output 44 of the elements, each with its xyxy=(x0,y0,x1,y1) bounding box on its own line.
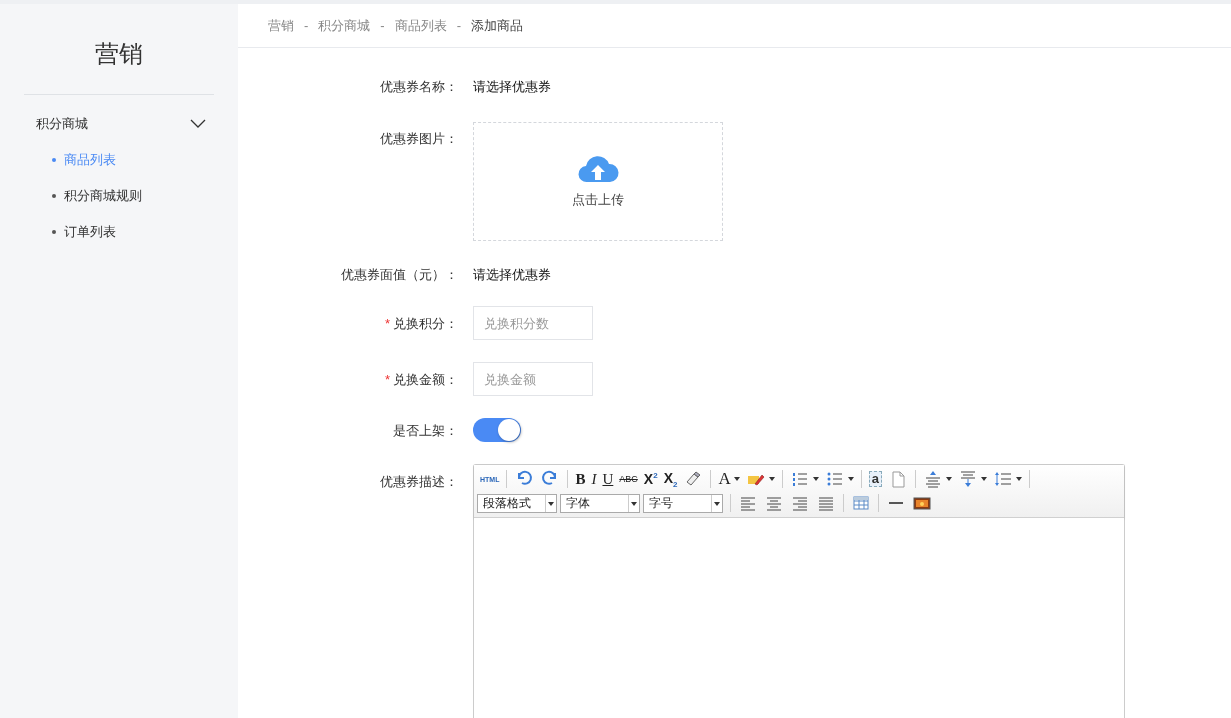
field-value: 请选择优惠券 xyxy=(473,78,551,96)
menu-group[interactable]: 积分商城 xyxy=(36,115,88,133)
field-label: 是否上架： xyxy=(393,422,458,438)
breadcrumb-current: 添加商品 xyxy=(471,16,524,35)
script-button[interactable]: X$_{2}$ xyxy=(660,468,681,490)
strikethrough-button[interactable]: ABC xyxy=(616,468,641,490)
cloud-upload-icon xyxy=(577,154,619,183)
font-color-button[interactable]: A xyxy=(715,468,743,490)
breadcrumb-separator: - xyxy=(456,18,462,33)
upload-text: 点击上传 xyxy=(572,190,624,209)
chevron-down-icon[interactable] xyxy=(190,119,206,129)
sidebar-title: 营销 xyxy=(94,39,144,69)
field-label: 优惠券图片： xyxy=(380,131,458,146)
breadcrumb-link[interactable]: 商品列表 xyxy=(394,16,447,35)
dropdown-select[interactable]: 段落格式 xyxy=(477,493,557,513)
field-label: 优惠券名称： xyxy=(380,79,458,94)
bold-button[interactable]: B xyxy=(572,468,589,490)
field-value: 请选择优惠券 xyxy=(473,266,551,284)
bullet-icon xyxy=(52,158,56,162)
italic-button[interactable]: I xyxy=(588,468,600,490)
underline-button[interactable]: U xyxy=(599,468,617,490)
menu-item[interactable]: 订单列表 xyxy=(64,223,116,241)
field-label: 兑换积分： xyxy=(393,315,458,331)
field-label: 优惠券描述： xyxy=(380,474,458,489)
breadcrumb-link[interactable]: 积分商城 xyxy=(318,16,371,35)
dropdown-select[interactable]: 字号 xyxy=(643,493,723,513)
input-field[interactable]: 兑换金额 xyxy=(473,362,593,396)
bullet-icon xyxy=(52,230,56,234)
horizontal-rule-icon xyxy=(889,502,903,504)
input-field[interactable]: 兑换积分数 xyxy=(473,306,593,340)
bullet-icon xyxy=(52,194,56,198)
breadcrumb-separator: - xyxy=(380,18,385,33)
dropdown-select[interactable]: 字体 xyxy=(560,493,640,513)
menu-item[interactable]: 积分商城规则 xyxy=(64,187,142,205)
breadcrumb-link[interactable]: 营销 xyxy=(268,16,294,35)
required-mark: * xyxy=(384,315,390,331)
breadcrumb-separator: - xyxy=(304,18,309,33)
table-icon xyxy=(851,493,871,513)
toggle-switch[interactable] xyxy=(473,418,521,442)
script-button[interactable]: X$^{2}$ xyxy=(640,468,661,490)
required-mark: * xyxy=(384,371,390,387)
upload-area[interactable]: 点击上传 xyxy=(473,122,723,241)
field-label: 兑换金额： xyxy=(393,371,458,387)
field-label: 优惠券面值（元）： xyxy=(341,267,458,282)
